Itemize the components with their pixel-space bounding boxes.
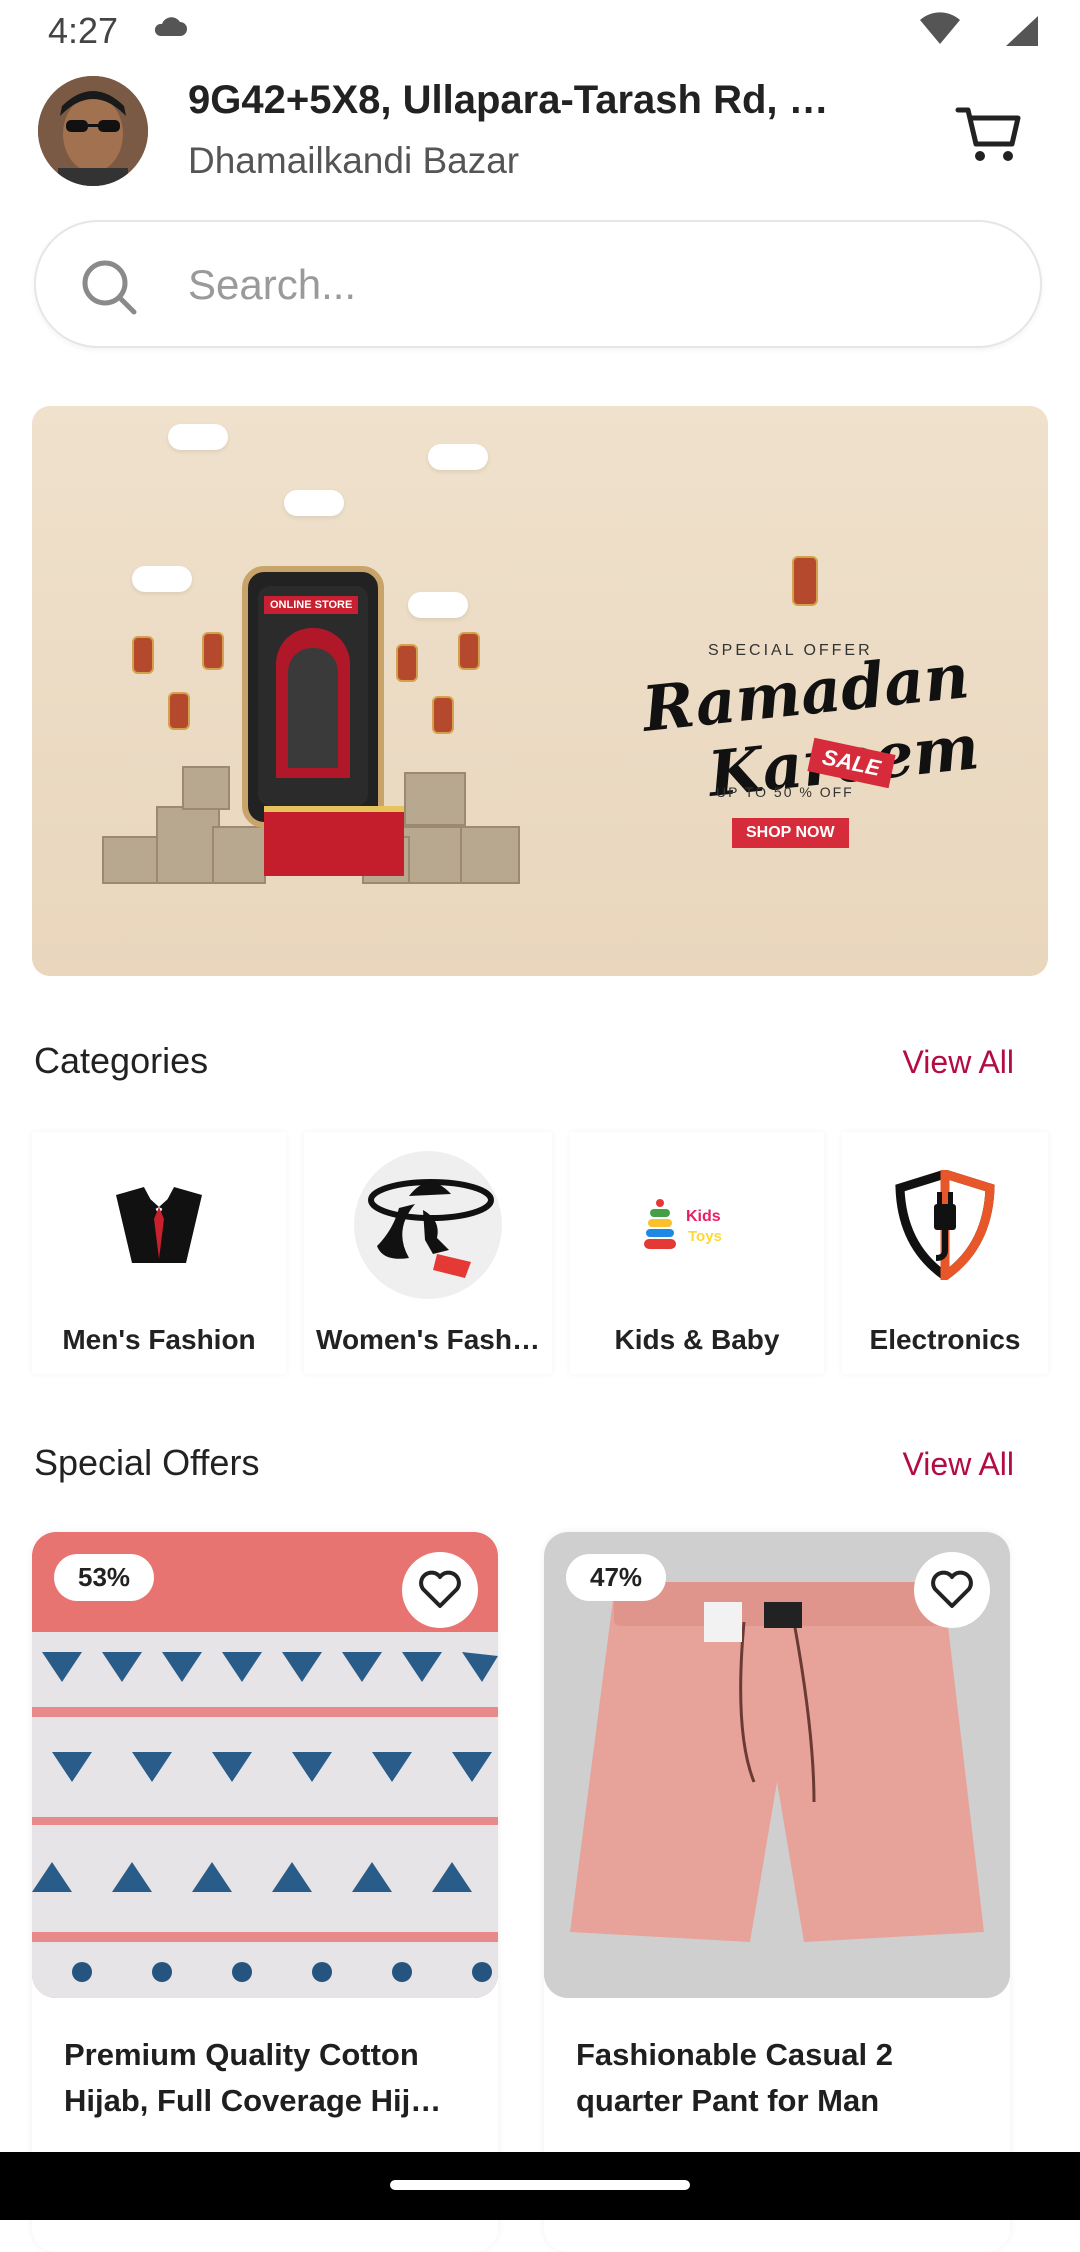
kids-logo-bottom: Toys (688, 1228, 722, 1245)
favorite-button[interactable] (914, 1552, 990, 1628)
discount-badge: 53% (54, 1554, 155, 1601)
search-input[interactable] (186, 248, 1010, 322)
wifi-icon (920, 12, 960, 44)
category-label: Kids & Baby (614, 1324, 780, 1355)
discount-text: UP TO 50 % OFF (716, 784, 854, 800)
avatar-image (38, 76, 148, 186)
lantern-decoration (168, 692, 190, 730)
shop-now-button[interactable]: SHOP NOW (732, 818, 849, 848)
search-icon (82, 260, 137, 315)
product-title-line-1: Fashionable Casual 2 (576, 2037, 893, 2072)
category-card-electronics[interactable]: Electronics (842, 1132, 1048, 1374)
product-title[interactable]: Fashionable Casual 2 quarter Pant for Ma… (576, 2032, 986, 2124)
heart-icon (419, 1570, 461, 1608)
lantern-decoration (432, 696, 454, 734)
phone-screen: ONLINE STORE (258, 586, 368, 806)
cloud-decoration (284, 490, 344, 516)
address-line-2[interactable]: Dhamailkandi Bazar (188, 140, 519, 182)
category-card-mens-fashion[interactable]: Men's Fashion (32, 1132, 286, 1374)
cloud-decoration (428, 444, 488, 470)
cloud-decoration (168, 424, 228, 450)
lantern-decoration (396, 644, 418, 682)
product-title[interactable]: Premium Quality Cotton Hijab, Full Cover… (64, 2032, 474, 2124)
cloud-decoration (408, 592, 468, 618)
cloud-decoration (132, 566, 192, 592)
cart-icon[interactable] (954, 96, 1026, 168)
gift-box (402, 826, 466, 884)
product-title-line-1: Premium Quality Cotton (64, 2037, 419, 2072)
category-card-womens-fashion[interactable]: Women's Fash… (304, 1132, 552, 1374)
lantern-decoration (132, 636, 154, 674)
cloud-icon (154, 17, 187, 36)
plug-shield-icon (870, 1150, 1020, 1300)
avatar[interactable] (38, 76, 148, 186)
address-line-1[interactable]: 9G42+5X8, Ullapara-Tarash Rd, … (188, 78, 908, 123)
gift-box (182, 766, 230, 810)
woman-hat-icon (353, 1150, 503, 1300)
status-time: 4:27 (48, 10, 119, 51)
discount-badge: 47% (566, 1554, 667, 1601)
search-bar[interactable] (34, 220, 1042, 348)
offers-view-all-link[interactable]: View All (903, 1446, 1014, 1483)
product-title-line-2: quarter Pant for Man (576, 2083, 880, 2118)
product-card[interactable]: 47% Fashionable Casual 2 quarter Pant fo… (544, 1532, 1010, 2252)
gesture-navigation-bar (0, 2152, 1080, 2220)
category-label: Electronics (869, 1324, 1021, 1355)
door-arch (276, 628, 350, 778)
gift-box (460, 826, 520, 884)
category-card-kids-baby[interactable]: Kids Toys Kids & Baby (570, 1132, 824, 1374)
home-gesture-handle[interactable] (390, 2180, 690, 2190)
promo-banner[interactable]: ONLINE STORE SPECIAL OFFER Ramadan Karee… (32, 406, 1048, 976)
tuxedo-icon (84, 1150, 234, 1300)
red-carpet-stairs (264, 806, 404, 876)
cellular-signal-icon (1006, 16, 1038, 46)
product-title-line-2: Hijab, Full Coverage Hij… (64, 2083, 442, 2118)
heart-icon (931, 1570, 973, 1608)
location-header: 9G42+5X8, Ullapara-Tarash Rd, … Dhamailk… (0, 64, 1080, 214)
online-store-label: ONLINE STORE (264, 596, 359, 614)
phone-illustration: ONLINE STORE (242, 566, 384, 828)
categories-view-all-link[interactable]: View All (903, 1044, 1014, 1081)
gift-box (404, 772, 466, 826)
status-bar: 4:27 (0, 0, 1080, 64)
kids-logo-top: Kids (686, 1208, 721, 1225)
product-card[interactable]: 53% Premium Quality Cotton Hijab, Full C… (32, 1532, 498, 2252)
lantern-decoration (458, 632, 480, 670)
favorite-button[interactable] (402, 1552, 478, 1628)
categories-title: Categories (34, 1040, 209, 1081)
kids-toys-icon: Kids Toys (622, 1150, 772, 1300)
category-label: Men's Fashion (62, 1324, 256, 1355)
category-label: Women's Fash… (316, 1324, 540, 1355)
special-offers-title: Special Offers (34, 1442, 260, 1483)
gift-box (212, 826, 266, 884)
lantern-decoration (792, 556, 818, 606)
lantern-decoration (202, 632, 224, 670)
gift-box (156, 806, 220, 884)
